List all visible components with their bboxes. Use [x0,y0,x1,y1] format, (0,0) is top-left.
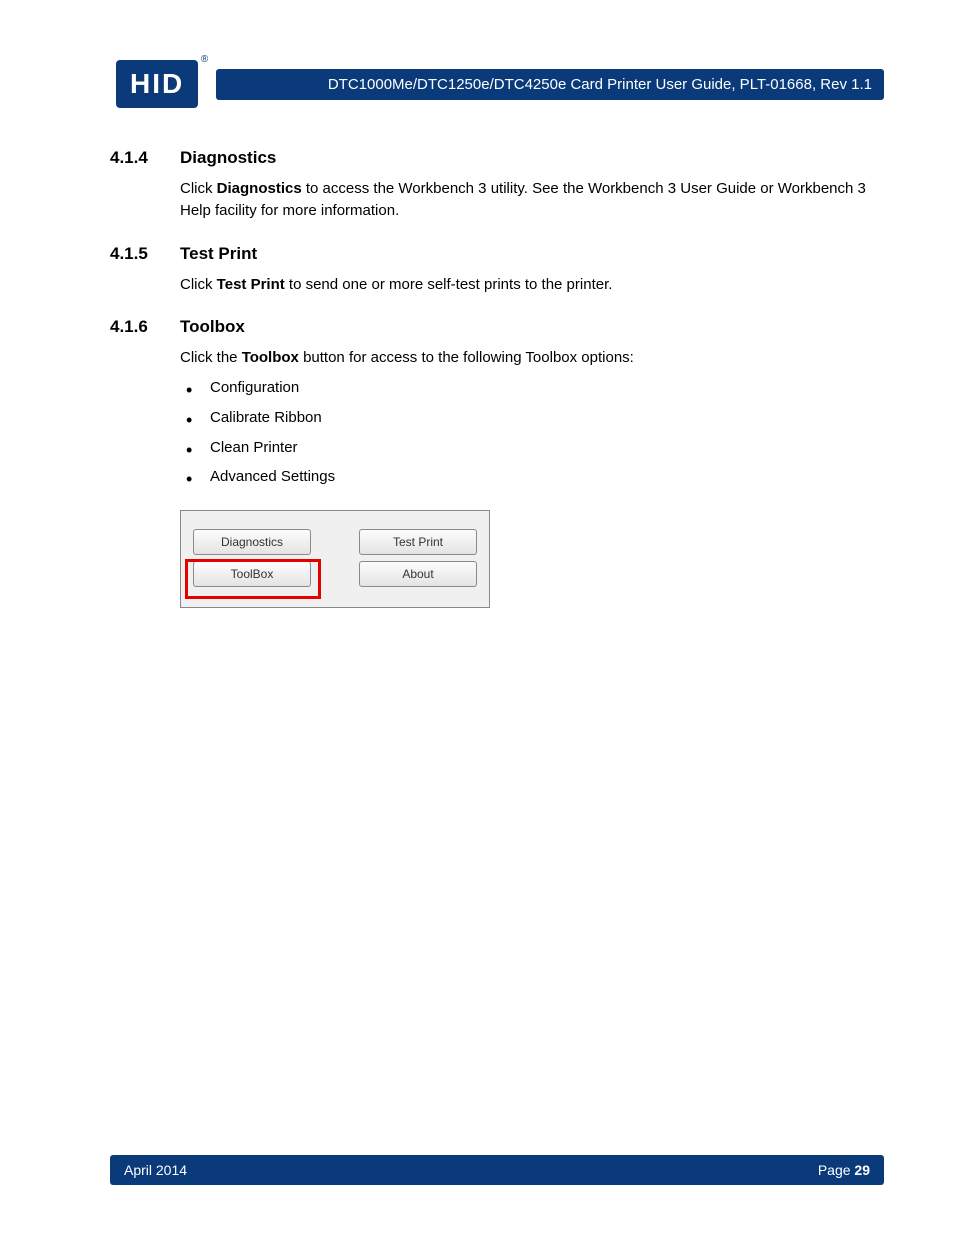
section-number: 4.1.6 [110,317,156,337]
section-body: Click Test Print to send one or more sel… [180,274,884,296]
footer-page: Page 29 [818,1162,870,1178]
list-item: Advanced Settings [180,466,884,488]
toolbox-button[interactable]: ToolBox [193,561,311,587]
list-item: Calibrate Ribbon [180,407,884,429]
about-button[interactable]: About [359,561,477,587]
section-body: Click Diagnostics to access the Workbenc… [180,178,884,222]
test-print-button[interactable]: Test Print [359,529,477,555]
section-title: Toolbox [180,317,245,337]
logo-wrap: HID ® [116,60,198,108]
section-number: 4.1.4 [110,148,156,168]
registered-mark: ® [201,54,208,65]
hid-logo: HID [116,60,198,108]
list-item: Configuration [180,377,884,399]
section-test-print: 4.1.5 Test Print Click Test Print to sen… [110,244,884,296]
page-footer: April 2014 Page 29 [110,1155,884,1185]
section-diagnostics: 4.1.4 Diagnostics Click Diagnostics to a… [110,148,884,222]
section-title: Test Print [180,244,257,264]
footer-date: April 2014 [124,1162,187,1178]
section-body: Click the Toolbox button for access to t… [180,347,884,369]
section-toolbox: 4.1.6 Toolbox Click the Toolbox button f… [110,317,884,488]
toolbox-dialog-screenshot: Diagnostics Test Print ToolBox About [180,510,490,608]
toolbox-options-list: Configuration Calibrate Ribbon Clean Pri… [180,377,884,488]
page-header: HID ® DTC1000Me/DTC1250e/DTC4250e Card P… [116,60,884,108]
section-title: Diagnostics [180,148,276,168]
section-number: 4.1.5 [110,244,156,264]
header-title-bar: DTC1000Me/DTC1250e/DTC4250e Card Printer… [216,69,884,100]
diagnostics-button[interactable]: Diagnostics [193,529,311,555]
list-item: Clean Printer [180,437,884,459]
